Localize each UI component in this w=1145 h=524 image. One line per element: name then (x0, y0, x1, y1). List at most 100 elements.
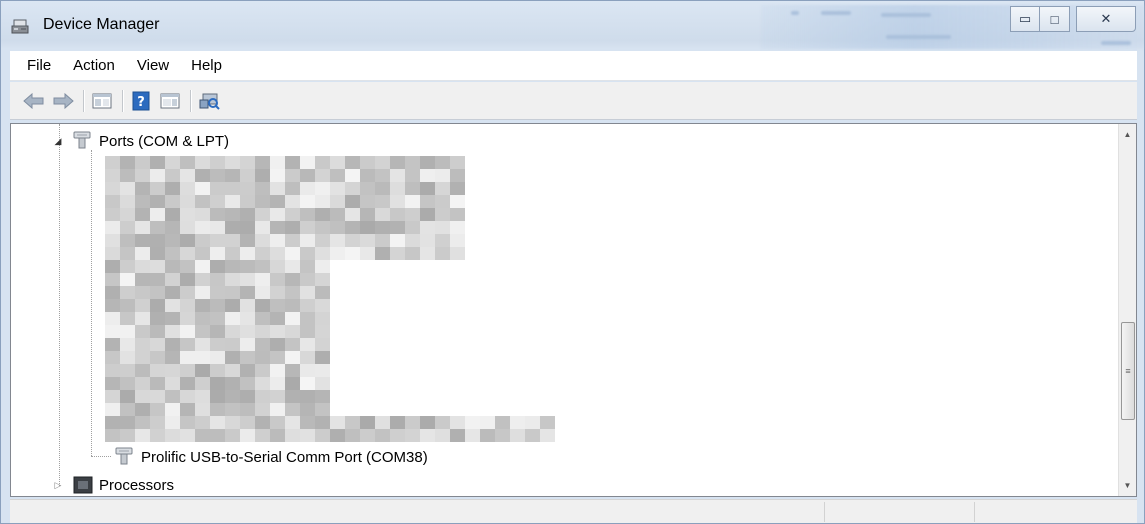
redaction-pixel (405, 234, 420, 247)
redaction-pixel (255, 338, 270, 351)
redaction-pixel (270, 286, 285, 299)
redaction-pixel (405, 208, 420, 221)
redaction-pixel (240, 403, 255, 416)
scroll-thumb[interactable]: ≡ (1121, 322, 1135, 420)
redaction-pixel (105, 338, 120, 351)
redaction-pixel (285, 338, 300, 351)
redaction-pixel (120, 390, 135, 403)
redaction-pixel (420, 429, 435, 442)
redaction-pixel (105, 364, 120, 377)
tree-node-processors[interactable]: ▷ Processors (53, 474, 174, 496)
redaction-pixel (255, 208, 270, 221)
device-tree[interactable]: ◢ Ports (COM & LPT) Prolific USB-to-Seri… (10, 123, 1137, 497)
redaction-pixel (135, 169, 150, 182)
redaction-pixel (255, 234, 270, 247)
redaction-pixel (240, 273, 255, 286)
redaction-pixel (405, 247, 420, 260)
redaction-pixel (105, 221, 120, 234)
redacted-port-list (105, 156, 565, 446)
scroll-up-button[interactable]: ▲ (1119, 126, 1136, 143)
redaction-pixel (135, 390, 150, 403)
expand-arrow-icon[interactable]: ▷ (53, 480, 63, 490)
redaction-pixel (135, 247, 150, 260)
close-button[interactable]: ✕ (1076, 6, 1136, 32)
redaction-pixel (435, 195, 450, 208)
menu-file[interactable]: File (27, 57, 51, 74)
redaction-pixel (255, 260, 270, 273)
redaction-pixel (105, 260, 120, 273)
menu-action[interactable]: Action (73, 57, 115, 74)
close-icon: ✕ (1100, 11, 1112, 26)
redaction-pixel (345, 208, 360, 221)
redaction-pixel (300, 247, 315, 260)
redaction-pixel (165, 195, 180, 208)
redaction-pixel (105, 325, 120, 338)
redaction-pixel (120, 338, 135, 351)
menu-help[interactable]: Help (191, 57, 222, 74)
redaction-pixel (255, 273, 270, 286)
status-bar (10, 499, 1137, 523)
redaction-pixel (390, 234, 405, 247)
show-hide-action-pane-button[interactable] (158, 89, 182, 113)
redaction-pixel (150, 208, 165, 221)
redaction-pixel (525, 429, 540, 442)
redaction-pixel (345, 195, 360, 208)
redaction-pixel (360, 182, 375, 195)
redaction-pixel (150, 403, 165, 416)
back-button[interactable] (22, 89, 46, 113)
redaction-pixel (390, 169, 405, 182)
vertical-scrollbar[interactable]: ▲ ≡ ▼ (1118, 124, 1136, 496)
tree-node-prolific-port[interactable]: Prolific USB-to-Serial Comm Port (COM38) (113, 446, 428, 468)
tree-node-ports[interactable]: ◢ Ports (COM & LPT) (53, 130, 229, 152)
redaction-pixel (315, 325, 330, 338)
menu-view[interactable]: View (137, 57, 169, 74)
minimize-button[interactable]: ▭ (1010, 6, 1040, 32)
maximize-button[interactable]: □ (1040, 6, 1070, 32)
forward-button[interactable] (51, 89, 75, 113)
redaction-pixel (150, 364, 165, 377)
redaction-pixel (165, 429, 180, 442)
redaction-pixel (300, 416, 315, 429)
redaction-pixel (465, 416, 480, 429)
show-hide-console-tree-button[interactable] (90, 89, 114, 113)
redaction-pixel (255, 195, 270, 208)
redaction-pixel (225, 156, 240, 169)
redaction-pixel (165, 221, 180, 234)
menu-bar: File Action View Help (10, 51, 1137, 81)
redaction-pixel (165, 403, 180, 416)
redaction-pixel (390, 221, 405, 234)
show-hide-console-tree-icon (92, 93, 112, 108)
redaction-pixel (195, 429, 210, 442)
redaction-pixel (150, 221, 165, 234)
redaction-pixel (495, 429, 510, 442)
scan-hardware-changes-button[interactable] (197, 89, 221, 113)
redaction-pixel (270, 247, 285, 260)
collapse-arrow-icon[interactable]: ◢ (53, 136, 63, 146)
redaction-pixel (150, 156, 165, 169)
redaction-pixel (180, 325, 195, 338)
help-button[interactable]: ? (129, 89, 153, 113)
redaction-pixel (360, 195, 375, 208)
redaction-pixel (375, 221, 390, 234)
redaction-pixel (120, 234, 135, 247)
redaction-pixel (240, 429, 255, 442)
maximize-icon: □ (1050, 11, 1059, 27)
redaction-pixel (300, 429, 315, 442)
redaction-pixel (450, 221, 465, 234)
redaction-pixel (360, 169, 375, 182)
redaction-pixel (285, 403, 300, 416)
title-bar[interactable]: Device Manager ▭ □ ✕ (1, 1, 1144, 49)
redaction-pixel (450, 429, 465, 442)
redaction-pixel (540, 429, 555, 442)
redaction-pixel (195, 299, 210, 312)
redaction-pixel (315, 286, 330, 299)
redaction-pixel (120, 325, 135, 338)
redaction-pixel (210, 377, 225, 390)
toolbar: ? (10, 82, 1137, 120)
scroll-down-button[interactable]: ▼ (1119, 477, 1136, 494)
redaction-pixel (105, 195, 120, 208)
redaction-pixel (435, 247, 450, 260)
redaction-pixel (120, 364, 135, 377)
redaction-pixel (240, 260, 255, 273)
toolbar-separator (83, 89, 84, 112)
